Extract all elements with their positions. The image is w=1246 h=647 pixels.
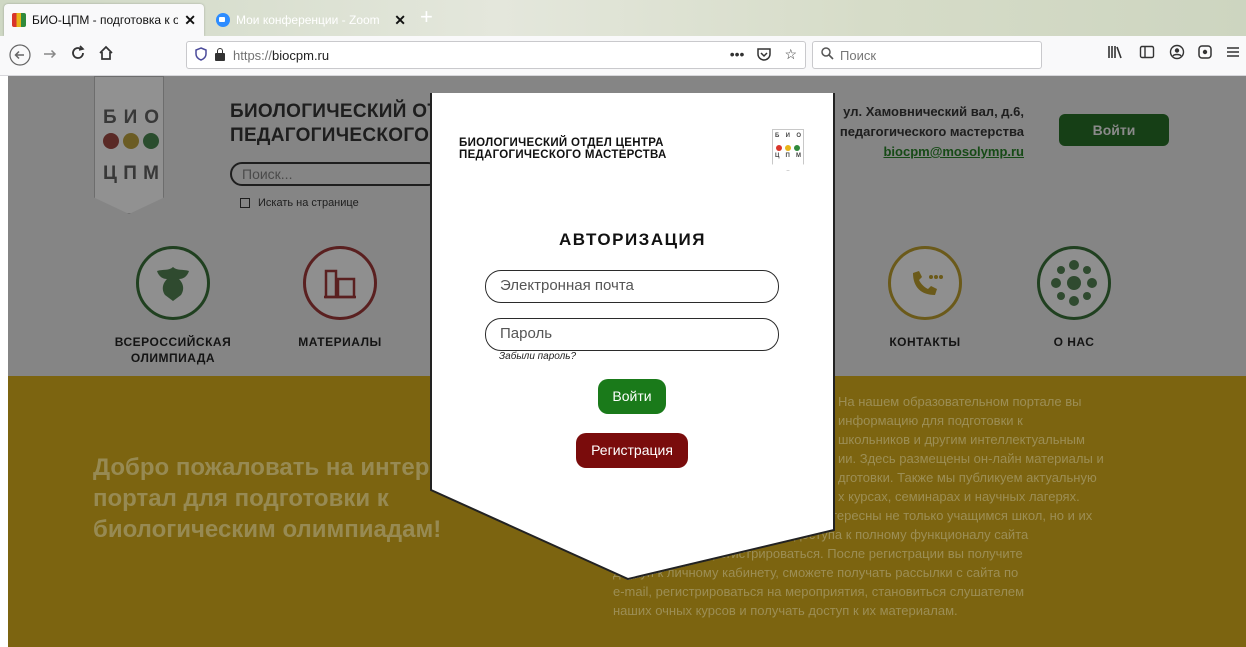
navigation-toolbar: https://biocpm.ru ••• ☆ Поиск bbox=[0, 36, 1246, 76]
password-field[interactable]: Пароль bbox=[485, 318, 779, 351]
home-icon[interactable] bbox=[94, 44, 118, 68]
extension-icon[interactable] bbox=[1194, 44, 1216, 66]
nav-label: КОНТАКТЫ bbox=[889, 335, 961, 349]
auth-modal: БИОЛОГИЧЕСКИЙ ОТДЕЛ ЦЕНТРА ПЕДАГОГИЧЕСКО… bbox=[430, 93, 835, 580]
pocket-icon[interactable] bbox=[756, 46, 772, 65]
tab-title: Мои конференции - Zoom bbox=[236, 13, 380, 27]
checkbox-label: Искать на странице bbox=[258, 197, 359, 209]
forgot-password-link[interactable]: Забыли пароль? bbox=[499, 351, 576, 362]
email-field[interactable]: Электронная почта bbox=[485, 270, 779, 303]
phone-icon bbox=[888, 246, 962, 320]
sidebar-icon[interactable] bbox=[1136, 44, 1158, 66]
site-address: ул. Хамовнический вал, д.6, педагогическ… bbox=[840, 102, 1024, 162]
forward-icon[interactable] bbox=[38, 44, 62, 68]
tab-title: БИО-ЦПМ - подготовка к оли bbox=[32, 13, 179, 27]
nav-label: МАТЕРИАЛЫ bbox=[298, 335, 382, 349]
nav-label: ВСЕРОССИЙСКАЯ ОЛИМПИАДА bbox=[114, 335, 232, 365]
site-search-input[interactable]: Поиск... bbox=[230, 162, 440, 186]
reload-icon[interactable] bbox=[66, 44, 90, 68]
network-icon bbox=[1037, 246, 1111, 320]
header-login-button[interactable]: Войти bbox=[1059, 114, 1169, 146]
logo-letter: И bbox=[123, 107, 138, 128]
email-link[interactable]: biocpm@mosolymp.ru bbox=[840, 142, 1024, 162]
tab-zoom[interactable]: Мои конференции - Zoom ✕ bbox=[208, 4, 414, 36]
logo-letter: П bbox=[123, 163, 137, 184]
biocpm-favicon-icon bbox=[12, 13, 26, 27]
shield-icon[interactable] bbox=[195, 46, 207, 64]
star-icon[interactable]: ☆ bbox=[784, 46, 797, 65]
menu-icon[interactable] bbox=[1222, 44, 1244, 66]
logo-letter: Б bbox=[103, 107, 117, 128]
auth-heading: АВТОРИЗАЦИЯ bbox=[559, 230, 706, 249]
new-tab-button[interactable]: + bbox=[420, 6, 433, 28]
logo-letter: О bbox=[144, 107, 159, 128]
search-placeholder: Поиск bbox=[840, 47, 877, 63]
search-icon bbox=[821, 47, 834, 63]
nav-materials[interactable]: МАТЕРИАЛЫ bbox=[280, 246, 400, 350]
search-in-page-checkbox[interactable]: Искать на странице bbox=[240, 197, 359, 209]
nav-label: О НАС bbox=[1053, 335, 1095, 349]
login-button[interactable]: Войти bbox=[598, 379, 666, 414]
modal-logo: БИО ЦПМ bbox=[772, 129, 804, 171]
books-icon bbox=[303, 246, 377, 320]
register-button[interactable]: Регистрация bbox=[576, 433, 688, 468]
checkbox-icon[interactable] bbox=[240, 198, 250, 208]
site-logo[interactable]: Б И О Ц П М bbox=[94, 76, 164, 214]
search-input[interactable]: Поиск bbox=[812, 41, 1042, 69]
close-icon[interactable]: ✕ bbox=[394, 12, 406, 29]
zoom-favicon-icon bbox=[216, 13, 230, 27]
back-icon[interactable] bbox=[8, 44, 32, 68]
nav-olympiad[interactable]: ВСЕРОССИЙСКАЯ ОЛИМПИАДА bbox=[108, 246, 238, 366]
account-icon[interactable] bbox=[1166, 44, 1188, 66]
url-bar[interactable]: https://biocpm.ru ••• ☆ bbox=[186, 41, 806, 69]
nav-about[interactable]: О НАС bbox=[1024, 246, 1124, 350]
lock-icon[interactable] bbox=[215, 48, 225, 61]
nav-contacts[interactable]: КОНТАКТЫ bbox=[870, 246, 980, 350]
eagle-icon bbox=[136, 246, 210, 320]
logo-letter: М bbox=[143, 163, 159, 184]
logo-dots bbox=[103, 133, 159, 149]
library-icon[interactable] bbox=[1104, 44, 1126, 66]
tab-bar: БИО-ЦПМ - подготовка к оли ✕ Мои конфере… bbox=[0, 0, 1246, 36]
more-actions-icon[interactable]: ••• bbox=[730, 46, 745, 65]
screen: БИО-ЦПМ - подготовка к оли ✕ Мои конфере… bbox=[0, 0, 1246, 647]
close-icon[interactable]: ✕ bbox=[184, 12, 196, 29]
tab-biocpm[interactable]: БИО-ЦПМ - подготовка к оли ✕ bbox=[4, 4, 204, 36]
logo-letter: Ц bbox=[103, 163, 117, 184]
modal-org-title: БИОЛОГИЧЕСКИЙ ОТДЕЛ ЦЕНТРА ПЕДАГОГИЧЕСКО… bbox=[459, 137, 667, 161]
url-text[interactable]: https://biocpm.ru bbox=[233, 48, 329, 63]
